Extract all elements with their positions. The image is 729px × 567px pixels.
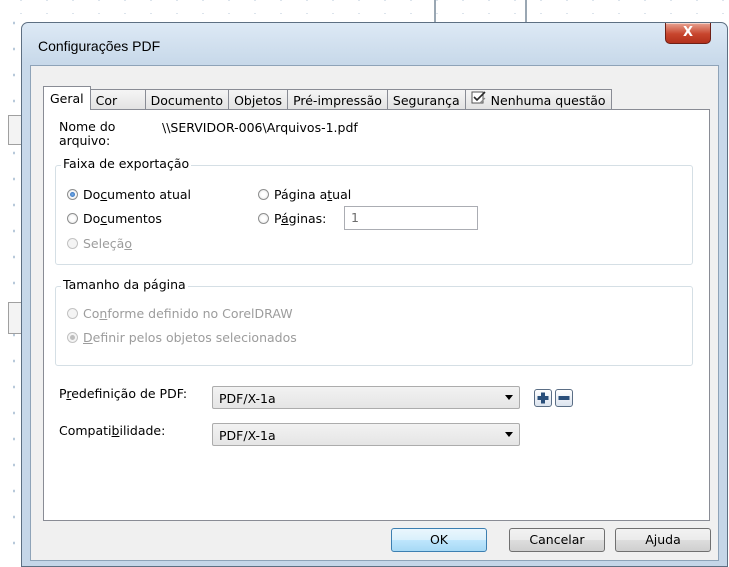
page-size-title: Tamanho da página xyxy=(61,277,188,292)
radio-label: Definir pelos objetos selecionados xyxy=(83,330,297,345)
help-button[interactable]: Ajuda xyxy=(615,528,711,552)
radio-dot xyxy=(258,213,269,224)
tab-objetos[interactable]: Objetos xyxy=(228,89,289,110)
radio-dot xyxy=(67,308,78,319)
cancel-button[interactable]: Cancelar xyxy=(509,528,605,552)
dialog-title: Configurações PDF xyxy=(38,38,161,54)
tab-geral[interactable]: Geral xyxy=(43,86,91,110)
compatibility-label: Compatibilidade: xyxy=(59,423,166,438)
radio-pages[interactable]: Páginas: xyxy=(258,211,326,226)
radio-label: Páginas: xyxy=(274,211,327,226)
radio-dot xyxy=(258,189,269,200)
close-button[interactable]: X xyxy=(665,23,711,44)
preset-label: Predefinição de PDF: xyxy=(59,386,188,401)
tab-strip: Geral Cor Documento Objetos Pré-impressã… xyxy=(43,86,612,111)
radio-dot xyxy=(67,238,78,249)
page-size-group xyxy=(55,286,693,366)
radio-label: Página atual xyxy=(274,187,352,202)
background-grid-left xyxy=(0,0,20,567)
compatibility-value: PDF/X-1a xyxy=(219,428,276,443)
ok-button[interactable]: OK xyxy=(391,528,487,552)
radio-label: Seleção xyxy=(83,236,132,251)
background-divider xyxy=(525,0,527,22)
export-range-title: Faixa de exportação xyxy=(61,156,192,171)
tab-nenhuma-questao[interactable]: Nenhuma questão xyxy=(464,89,612,111)
tab-pre-impressao[interactable]: Pré-impressão xyxy=(287,89,388,110)
radio-dot xyxy=(67,332,78,343)
background-grid xyxy=(0,0,729,14)
preset-value: PDF/X-1a xyxy=(219,391,276,406)
tab-seguranca[interactable]: Segurança xyxy=(386,89,466,110)
tab-label: Nenhuma questão xyxy=(490,92,606,108)
remove-preset-button[interactable] xyxy=(555,389,573,407)
tab-documento[interactable]: Documento xyxy=(144,89,230,110)
radio-dot xyxy=(67,213,78,224)
add-preset-button[interactable] xyxy=(534,389,552,407)
radio-current-document[interactable]: Documento atual xyxy=(67,187,191,202)
general-tab-panel: Nome do arquivo: \\SERVIDOR-006\Arquivos… xyxy=(43,109,710,521)
radio-current-page[interactable]: Página atual xyxy=(258,187,351,202)
radio-dot xyxy=(67,189,78,200)
compatibility-dropdown[interactable]: PDF/X-1a xyxy=(212,423,520,446)
chevron-down-icon xyxy=(505,395,513,400)
pages-input[interactable]: 1 xyxy=(344,206,478,230)
background-divider xyxy=(434,0,436,22)
preflight-check-icon xyxy=(471,90,487,111)
radio-label: Documentos xyxy=(83,211,162,226)
filename-value: \\SERVIDOR-006\Arquivos-1.pdf xyxy=(162,120,358,135)
radio-documents[interactable]: Documentos xyxy=(67,211,162,226)
tab-cor[interactable]: Cor xyxy=(89,89,146,110)
filename-label: Nome do arquivo: xyxy=(59,119,116,148)
chevron-down-icon xyxy=(505,432,513,437)
radio-as-defined[interactable]: Conforme definido no CorelDRAW xyxy=(67,306,293,321)
radio-selection[interactable]: Seleção xyxy=(67,236,132,251)
minus-icon xyxy=(558,396,570,400)
radio-from-selection[interactable]: Definir pelos objetos selecionados xyxy=(67,330,297,345)
preset-dropdown[interactable]: PDF/X-1a xyxy=(212,386,520,409)
dialog-client-area: Geral Cor Documento Objetos Pré-impressã… xyxy=(30,65,719,561)
radio-label: Documento atual xyxy=(83,187,192,202)
plus-icon xyxy=(537,392,549,404)
pdf-settings-dialog: Configurações PDF X Geral Cor Documento … xyxy=(21,22,728,567)
radio-label: Conforme definido no CorelDRAW xyxy=(83,306,293,321)
